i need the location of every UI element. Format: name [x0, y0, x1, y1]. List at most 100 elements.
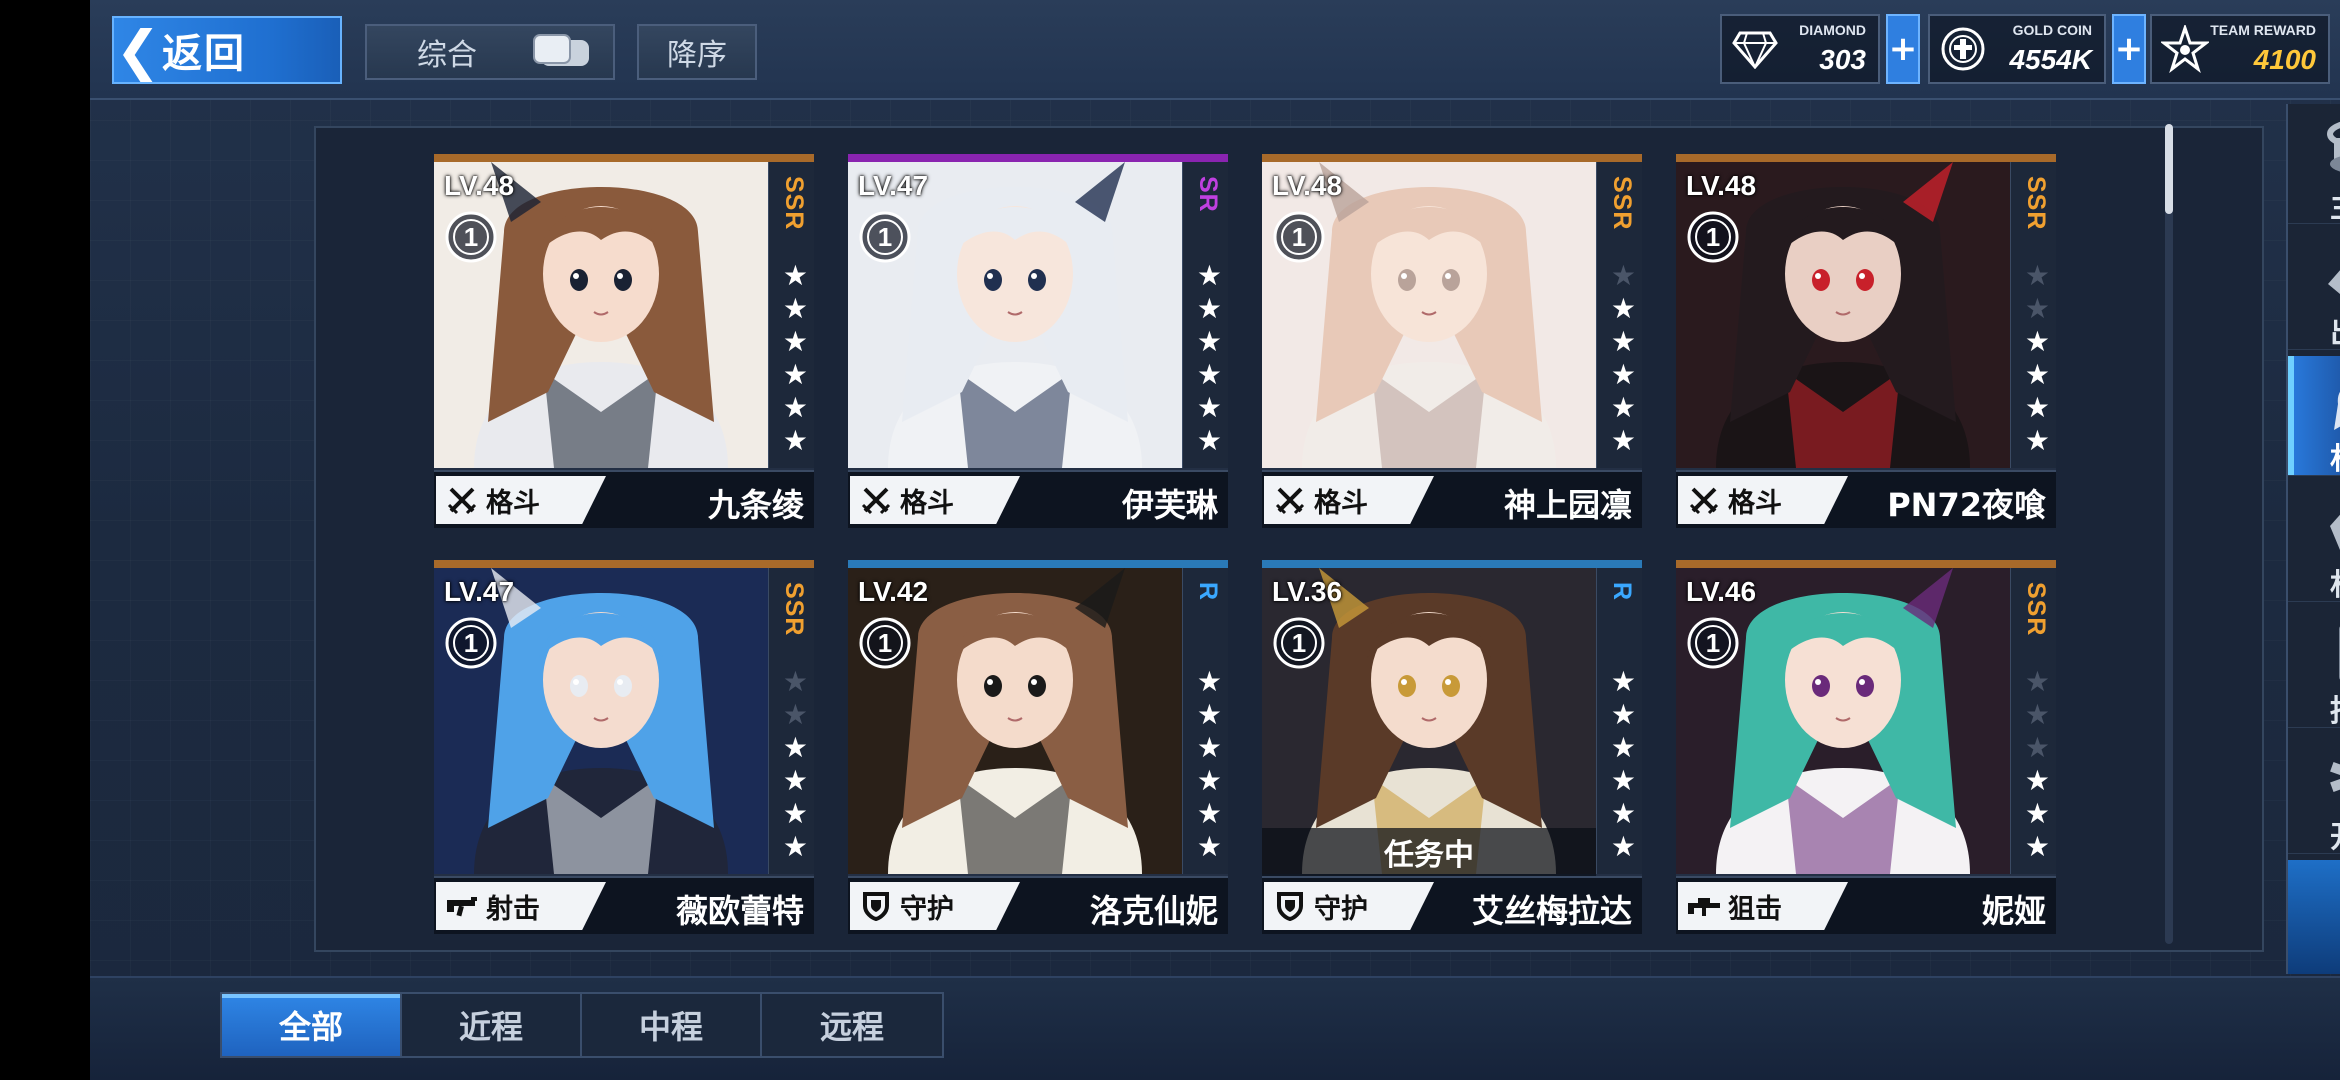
gold-coin-counter: GOLD COIN 4554K [1928, 14, 2106, 84]
pilot-card[interactable]: SSR ★ ★ ★ ★ ★ ★ LV.48 1 格斗 九条绫 [434, 154, 814, 528]
rarity-bar [848, 560, 1228, 568]
pilot-portrait [848, 568, 1182, 874]
pilot-portrait [848, 162, 1182, 468]
filter-tab[interactable]: 全部 [222, 994, 402, 1056]
star-icon: ★ [782, 259, 808, 292]
pilot-name: 伊芙琳 [1121, 486, 1218, 524]
sidebar-footer-decoration [2288, 860, 2340, 974]
level-label: LV.47 [858, 170, 929, 201]
rank-value: 1 [877, 627, 893, 658]
level-label: LV.48 [1272, 170, 1343, 201]
level-label: LV.48 [444, 170, 515, 201]
rank-value: 1 [877, 221, 893, 252]
role-tag: 格斗 [436, 476, 606, 524]
star-icon: ★ [782, 665, 808, 698]
pilot-name: 神上园凛 [1503, 486, 1632, 524]
diamond-label: DIAMOND [1799, 22, 1866, 38]
role-tag: 格斗 [1678, 476, 1848, 524]
shield-icon [1272, 888, 1308, 924]
rank-value: 1 [463, 627, 479, 658]
pilot-card[interactable]: SSR ★ ★ ★ ★ ★ ★ LV.48 1 格斗 神上园凛 [1262, 154, 1642, 528]
role-label: 格斗 [1314, 487, 1368, 519]
star-rating: ★ ★ ★ ★ ★ ★ [2025, 666, 2050, 862]
sidebar-item[interactable]: 机库 [2288, 482, 2340, 603]
rarity-label: SSR [2022, 582, 2050, 637]
pilot-card[interactable]: SR ★ ★ ★ ★ ★ ★ LV.47 1 格斗 伊芙琳 [848, 154, 1228, 528]
rarity-bar [1676, 154, 2056, 162]
rank-value: 1 [463, 221, 479, 252]
pilot-card[interactable]: SSR ★ ★ ★ ★ ★ ★ LV.48 1 格斗 PN72夜喰 [1676, 154, 2056, 528]
star-icon: ★ [1610, 797, 1636, 830]
star-icon: ★ [1610, 830, 1636, 863]
role-label: 格斗 [1728, 487, 1782, 519]
level-label: LV.46 [1686, 576, 1757, 607]
crossed-swords-icon [1272, 482, 1308, 518]
crossed-swords-icon [444, 482, 480, 518]
pilot-portrait [1676, 162, 2010, 468]
sort-mode-button[interactable]: 综合 [365, 24, 615, 80]
pilot-name: 艾丝梅拉达 [1471, 892, 1632, 930]
rank-badge: 1 [858, 210, 912, 264]
card-info-bar: 守护 艾丝梅拉达 [1262, 876, 1642, 934]
rarity-bar [434, 560, 814, 568]
pilot-portrait [1676, 568, 2010, 874]
star-icon: ★ [1196, 830, 1222, 863]
pilot-card[interactable]: SSR ★ ★ ★ ★ ★ ★ LV.47 1 射击 薇欧蕾特 [434, 560, 814, 934]
star-icon: ★ [2024, 731, 2050, 764]
sidebar-item-label: 开发 [2288, 812, 2340, 856]
add-diamond-button[interactable]: + [1886, 14, 1920, 84]
sidebar-item[interactable]: 招募 [2288, 608, 2340, 730]
sidebar-item[interactable]: 开发 [2288, 734, 2340, 856]
back-button[interactable]: ❮ 返回 [112, 16, 342, 84]
toggle-icon [533, 34, 589, 66]
level-label: LV.42 [858, 576, 929, 607]
card-info-bar: 格斗 九条绫 [434, 470, 814, 528]
rank-value: 1 [1705, 221, 1721, 252]
rarity-panel: SSR ★ ★ ★ ★ ★ ★ [2010, 568, 2056, 874]
sidebar-item[interactable]: 主厅 [2288, 104, 2340, 226]
rarity-bar [434, 154, 814, 162]
develop-wrench-icon [2320, 742, 2340, 812]
filter-tab[interactable]: 中程 [582, 994, 762, 1056]
role-label: 格斗 [900, 487, 954, 519]
filter-tab[interactable]: 远程 [762, 994, 942, 1056]
star-icon: ★ [1196, 325, 1222, 358]
star-icon: ★ [1196, 259, 1222, 292]
rank-badge: 1 [1686, 616, 1740, 670]
rarity-panel: SSR ★ ★ ★ ★ ★ ★ [768, 162, 814, 468]
star-rating: ★ ★ ★ ★ ★ ★ [1611, 260, 1636, 456]
filter-tab[interactable]: 近程 [402, 994, 582, 1056]
star-icon: ★ [1196, 698, 1222, 731]
team-reward-label: TEAM REWARD [2210, 22, 2316, 38]
rarity-panel: SSR ★ ★ ★ ★ ★ ★ [1596, 162, 1642, 468]
back-label: 返回 [162, 31, 246, 77]
sidebar-item-label: 主厅 [2288, 182, 2340, 226]
rank-badge: 1 [1272, 616, 1326, 670]
pilot-card[interactable]: R ★ ★ ★ ★ ★ ★ LV.42 1 守护 洛克仙妮 [848, 560, 1228, 934]
star-icon: ★ [1610, 325, 1636, 358]
level-label: LV.36 [1272, 576, 1343, 607]
sort-order-button[interactable]: 降序 [637, 24, 757, 80]
sidebar-item[interactable]: 出战 [2288, 230, 2340, 351]
pilot-card[interactable]: R ★ ★ ★ ★ ★ ★ LV.36 1 任务中 守护 艾丝梅拉达 [1262, 560, 1642, 934]
star-icon: ★ [1196, 292, 1222, 325]
role-tag: 守护 [850, 882, 1020, 930]
add-gold-button[interactable]: + [2112, 14, 2146, 84]
star-icon: ★ [1196, 424, 1222, 457]
pilot-card[interactable]: SSR ★ ★ ★ ★ ★ ★ LV.46 1 狙击 妮娅 [1676, 560, 2056, 934]
rarity-bar [848, 154, 1228, 162]
star-icon: ★ [2024, 391, 2050, 424]
rank-badge: 1 [1686, 210, 1740, 264]
gold-coin-label: GOLD COIN [2012, 22, 2092, 38]
star-icon: ★ [782, 358, 808, 391]
star-icon: ★ [1610, 665, 1636, 698]
rank-value: 1 [1705, 627, 1721, 658]
sidebar-item-label: 招募 [2288, 686, 2340, 730]
crossed-swords-icon [858, 482, 894, 518]
star-icon: ★ [782, 830, 808, 863]
team-reward-value: 4100 [2253, 44, 2316, 75]
crossed-swords-icon [1686, 482, 1722, 518]
star-rating: ★ ★ ★ ★ ★ ★ [1197, 666, 1222, 862]
role-label: 射击 [486, 893, 540, 925]
sidebar-item[interactable]: 机师 [2288, 356, 2340, 477]
